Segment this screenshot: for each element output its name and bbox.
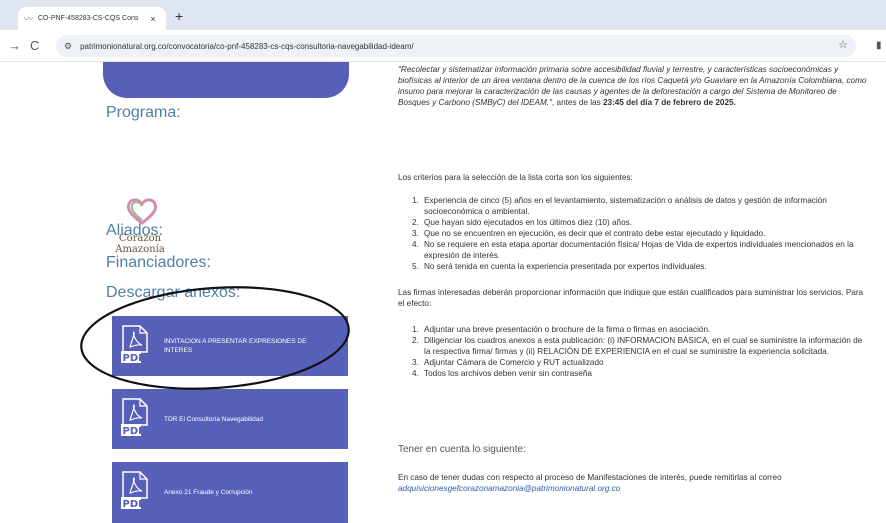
tab-title: CO-PNF-458283-CS-CQS Cons [38,15,139,22]
dudas-paragraph: En caso de tener dudas con respecto al p… [398,473,782,493]
forward-button[interactable]: → [8,38,21,53]
reload-button[interactable]: C [30,38,39,53]
aliados-heading[interactable]: Aliados: [106,222,163,240]
anexo-invitacion-button[interactable]: PDF INVITACION A PRESENTAR EXPRESIONES D… [112,316,348,376]
main-content: "Recolectar y sistematizar información p… [398,62,886,523]
anexo-label: TDR El Consultoría Navegabilidad [164,415,263,423]
list-item: 2. Diligenciar los cuadros anexos a esta … [412,336,863,356]
anexo-label: Anexo 21 Fraude y Corrupción [164,489,253,496]
pdf-icon: PDF [120,324,150,368]
descargar-anexos-heading: Descargar anexos: [106,284,241,301]
tune-icon[interactable]: ⚙ [64,41,72,52]
svg-text:PDF: PDF [123,353,145,363]
list-item: 1. Adjuntar una breve presentación o broc… [412,325,711,334]
address-bar-row: → C ⚙ patrimonionatural.org.co/convocato… [0,30,886,62]
url-text: patrimonionatural.org.co/convocatoria/co… [80,41,414,51]
new-tab-button[interactable]: + [175,8,183,24]
extension-icon[interactable]: ▮ [876,40,882,51]
email-link[interactable]: adquisicionesgefcorazonamazonia@patrimon… [398,484,620,493]
browser-tab[interactable]: 〰 CO-PNF-458283-CS-CQS Cons × [18,7,166,30]
list-item: 5. No será tenida en cuenta la experienci… [412,262,707,271]
anexo-fraude-button[interactable]: PDF Anexo 21 Fraude y Corrupción [112,462,348,523]
pdf-icon: PDF [120,397,150,441]
url-field[interactable]: ⚙ patrimonionatural.org.co/convocatoria/… [56,35,856,57]
criterios-intro: Los criterios para la selección de la li… [398,173,633,182]
pdf-icon: PDF [120,471,150,514]
tab-strip: 〰 CO-PNF-458283-CS-CQS Cons × + [0,0,886,30]
anexo-tdr-button[interactable]: PDF TDR El Consultoría Navegabilidad [112,389,348,449]
list-item: 1. Experiencia de cinco (5) años en el le… [412,196,827,216]
list-item: 3. Que no se encuentren en ejecución, es … [412,229,766,238]
tab-close-button[interactable]: × [148,14,158,24]
list-item: 3. Adjuntar Cámara de Comercio y RUT actu… [412,358,604,367]
svg-text:PDF: PDF [123,499,145,509]
firmas-intro: Las firmas interesadas deberán proporcio… [398,288,864,308]
tab-favicon-icon: 〰 [24,13,34,24]
list-item: 2. Que hayan sido ejecutados en los últim… [412,218,632,227]
list-item: 4. No se requiere en esta etapa aportar d… [412,240,854,260]
tener-en-cuenta-heading: Tener en cuenta lo siguiente: [398,444,526,455]
requisitos-list: 1. Adjuntar una breve presentación o broc… [398,324,868,379]
objective-quote: "Recolectar y sistematizar información p… [398,65,867,107]
deadline: 23:45 del día 7 de febrero de 2025. [602,98,736,107]
list-item: 4. Todos los archivos deben venir sin con… [412,369,592,378]
programa-heading: Programa: [106,104,181,121]
svg-text:PDF: PDF [123,426,145,436]
sidebar-top-band [103,62,349,98]
financiadores-heading[interactable]: Financiadores: [106,254,211,272]
heart-icon [126,198,158,225]
star-icon[interactable]: ☆ [838,38,848,51]
anexo-label: INVITACION A PRESENTAR EXPRESIONES DE IN… [164,338,307,354]
sidebar: Programa: Corazón Amazonía Aliados: Fina… [0,62,380,523]
criterios-list: 1. Experiencia de cinco (5) años en el le… [398,195,868,272]
